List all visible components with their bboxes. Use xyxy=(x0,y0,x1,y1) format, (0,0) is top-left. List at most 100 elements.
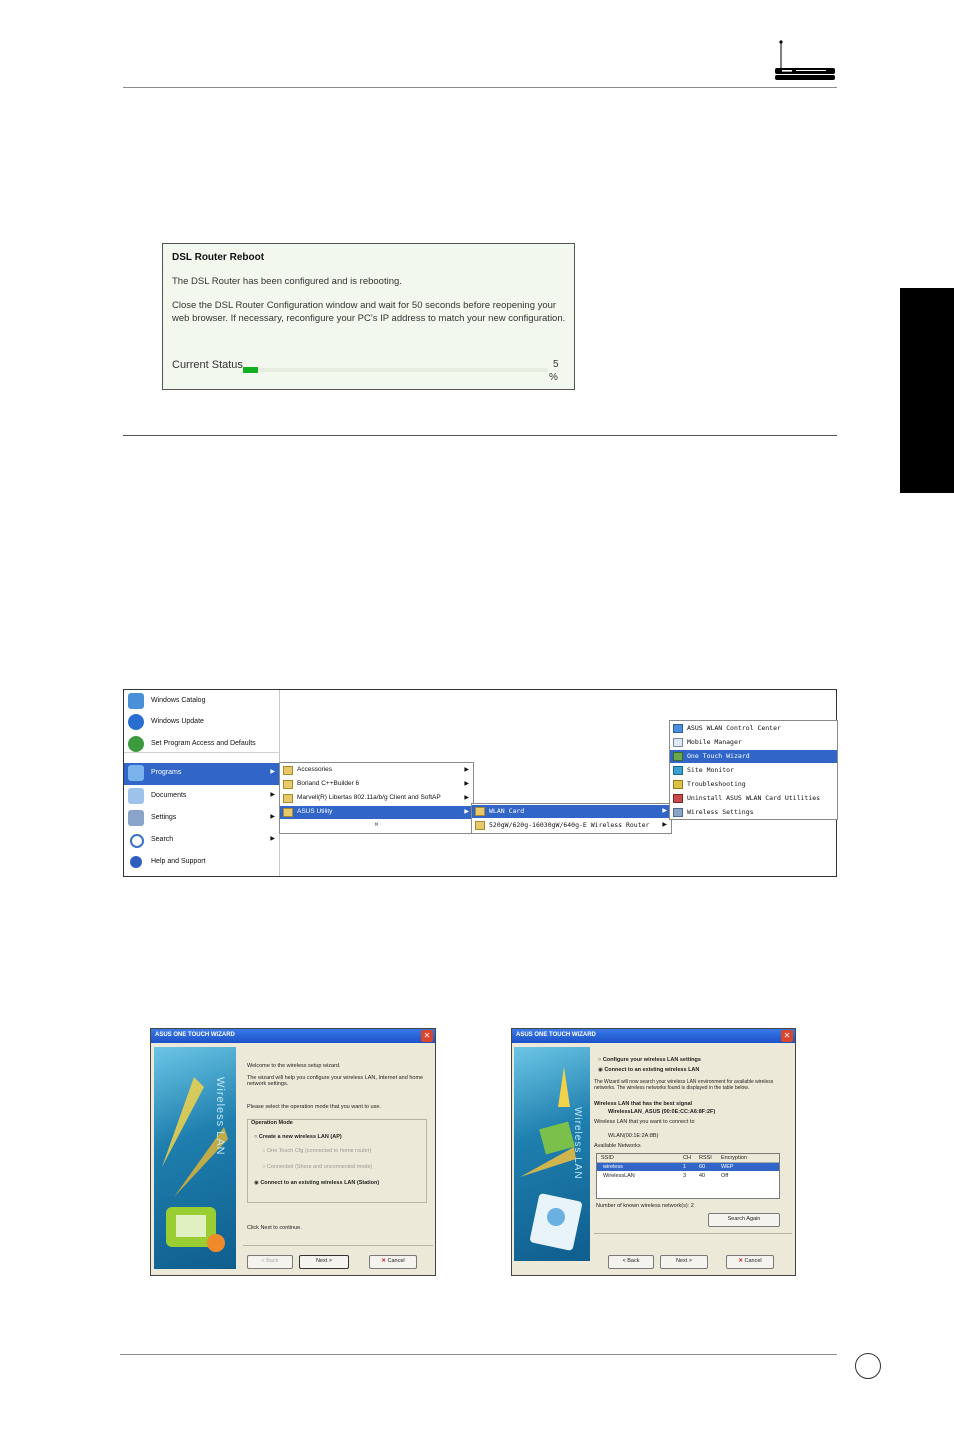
submenu-item-label: Accessories xyxy=(297,766,333,773)
wizard-titlebar: ASUS ONE TOUCH WIZARD ✕ xyxy=(151,1029,435,1043)
submenu-arrow-icon: ▶ xyxy=(464,781,469,787)
wizard-title: ASUS ONE TOUCH WIZARD xyxy=(155,1032,235,1038)
start-menu-left-pane: Windows Catalog Windows Update Set Progr… xyxy=(124,690,280,876)
folder-icon xyxy=(283,766,293,775)
wizard-title: ASUS ONE TOUCH WIZARD xyxy=(516,1032,596,1038)
submenu-item-borland[interactable]: Borland C++Builder 6 ▶ xyxy=(280,778,473,791)
wizard-titlebar: ASUS ONE TOUCH WIZARD ✕ xyxy=(512,1029,795,1043)
wizard-window-connect-existing: ASUS ONE TOUCH WIZARD ✕ Wireless LAN ○ C… xyxy=(511,1028,796,1276)
table-row[interactable]: wireless 1 60 WEP xyxy=(597,1163,779,1171)
cancel-x-icon: ✕ xyxy=(738,1258,743,1264)
submenu-item-wireless-router[interactable]: 520gW/620g-16030gW/640g-E Wireless Route… xyxy=(472,819,671,832)
radio-label: One Touch Cfg (connected to home router) xyxy=(266,1148,372,1154)
close-icon[interactable]: ✕ xyxy=(781,1030,793,1042)
column-header: SSID xyxy=(601,1155,614,1161)
menu-item-label: Windows Update xyxy=(151,718,204,725)
radio-label: Connect to an existing wireless LAN xyxy=(604,1067,700,1073)
radio-one-touch[interactable]: ○ One Touch Cfg (connected to home route… xyxy=(262,1148,371,1154)
submenu-item-marvell[interactable]: Marvell(R) Libertas 802.11a/b/g Client a… xyxy=(280,792,473,805)
expand-chevron-icon: » xyxy=(374,821,379,828)
menu-item-label: Windows Catalog xyxy=(151,697,206,704)
progress-fill xyxy=(243,367,259,373)
connect-to-value: WLAN(00:1E:2A:8B) xyxy=(608,1133,659,1139)
close-icon[interactable]: ✕ xyxy=(421,1030,433,1042)
menu-item-help[interactable]: Help and Support xyxy=(124,852,279,872)
submenu-arrow-icon: ▶ xyxy=(270,792,275,798)
best-signal-label: Wireless LAN that has the best signal xyxy=(594,1101,693,1107)
submenu-item-label: Troubleshooting xyxy=(687,780,746,788)
radio-configure[interactable]: ○ Configure your wireless LAN settings xyxy=(598,1057,701,1063)
radio-station[interactable]: ◉ Connect to an existing wireless LAN (S… xyxy=(254,1180,379,1186)
wizard-prompt: Please select the operation mode that yo… xyxy=(247,1104,381,1110)
menu-item-program-access[interactable]: Set Program Access and Defaults xyxy=(124,734,279,754)
documents-icon xyxy=(128,788,144,804)
programs-icon xyxy=(128,765,144,781)
menu-item-label: Set Program Access and Defaults xyxy=(151,740,256,747)
submenu-item-site-monitor[interactable]: Site Monitor xyxy=(670,764,837,777)
control-center-icon xyxy=(673,724,683,733)
folder-icon xyxy=(475,821,485,830)
menu-item-windows-catalog[interactable]: Windows Catalog xyxy=(124,691,279,711)
submenu-item-wireless-settings[interactable]: Wireless Settings xyxy=(670,806,837,819)
menu-item-label: Search xyxy=(151,836,174,843)
settings-icon xyxy=(128,810,144,826)
submenu-item-one-touch-wizard[interactable]: One Touch Wizard xyxy=(670,750,837,763)
menu-item-windows-update[interactable]: Windows Update xyxy=(124,712,279,732)
menu-item-search[interactable]: Search ▶ xyxy=(124,830,279,850)
menu-item-settings[interactable]: Settings ▶ xyxy=(124,808,279,828)
table-cell: 3 xyxy=(683,1173,687,1179)
submenu-item-mobile-manager[interactable]: Mobile Manager xyxy=(670,736,837,749)
search-again-button[interactable]: Search Again xyxy=(708,1213,780,1227)
next-button[interactable]: Next > xyxy=(660,1255,708,1269)
table-cell: 1 xyxy=(683,1164,687,1170)
page-number-circle xyxy=(855,1353,881,1379)
search-icon xyxy=(130,834,144,848)
radio-connect-existing[interactable]: ◉ Connect to an existing wireless LAN xyxy=(598,1067,699,1073)
mobile-manager-icon xyxy=(673,738,683,747)
submenu-item-asus-utility[interactable]: ASUS Utility ▶ xyxy=(280,806,473,819)
uninstall-icon xyxy=(673,794,683,803)
best-signal-value: WirelessLAN_ASUS (00:0E:CC:A6:8F:2F) xyxy=(608,1109,716,1115)
submenu-item-label: 520gW/620g-16030gW/640g-E Wireless Route… xyxy=(489,821,650,829)
wizard-window-operation-mode: ASUS ONE TOUCH WIZARD ✕ Wireless LAN Wel… xyxy=(150,1028,436,1276)
wizard-side-text: Wireless LAN xyxy=(572,1107,583,1180)
cancel-button[interactable]: ✕ Cancel xyxy=(369,1255,417,1269)
menu-item-programs[interactable]: Programs ▶ xyxy=(124,763,279,785)
cancel-button[interactable]: ✕ Cancel xyxy=(726,1255,774,1269)
progress-track xyxy=(243,367,548,373)
radio-create-ap[interactable]: ○ Create a new wireless LAN (AP) xyxy=(254,1134,342,1140)
back-button[interactable]: < Back xyxy=(608,1255,654,1269)
cancel-label: Cancel xyxy=(387,1258,405,1264)
wizard-desc: The Wizard will now search your wireless… xyxy=(594,1079,774,1091)
table-row[interactable]: WirelessLAN 3 40 Off xyxy=(597,1172,779,1180)
program-access-icon xyxy=(128,736,144,752)
back-button[interactable]: < Back xyxy=(247,1255,293,1269)
menu-item-label: Programs xyxy=(151,769,182,776)
next-button[interactable]: Next > xyxy=(299,1255,349,1269)
dsl-reboot-panel: DSL Router Reboot The DSL Router has bee… xyxy=(162,243,575,390)
progress-unit: % xyxy=(549,372,558,383)
submenu-item-accessories[interactable]: Accessories ▶ xyxy=(280,764,473,777)
wizard-side-artwork: Wireless LAN xyxy=(154,1047,236,1269)
submenu-arrow-icon: ▶ xyxy=(464,795,469,801)
menu-item-documents[interactable]: Documents ▶ xyxy=(124,786,279,806)
submenu-expand-more[interactable]: » xyxy=(280,820,473,833)
submenu-item-wlan-card[interactable]: WLAN Card ▶ xyxy=(472,805,671,818)
table-header: SSID CH RSSI Encryption xyxy=(597,1154,779,1163)
submenu-item-label: Mobile Manager xyxy=(687,738,742,746)
help-icon xyxy=(130,856,142,868)
radio-connected[interactable]: ○ Connected (Share and unconnected mode) xyxy=(262,1164,372,1170)
submenu-item-label: WLAN Card xyxy=(489,807,525,815)
submenu-item-label: ASUS Utility xyxy=(297,808,333,815)
group-label: Operation Mode xyxy=(251,1120,293,1126)
folder-icon xyxy=(475,807,485,816)
column-header: RSSI xyxy=(699,1155,712,1161)
programs-submenu: Accessories ▶ Borland C++Builder 6 ▶ Mar… xyxy=(279,762,474,834)
submenu-item-control-center[interactable]: ASUS WLAN Control Center xyxy=(670,722,837,735)
submenu-item-uninstall[interactable]: Uninstall ASUS WLAN Card Utilities xyxy=(670,792,837,805)
submenu-item-troubleshooting[interactable]: Troubleshooting xyxy=(670,778,837,791)
networks-table: SSID CH RSSI Encryption wireless 1 60 WE… xyxy=(596,1153,780,1199)
table-cell: Off xyxy=(721,1173,729,1179)
folder-icon xyxy=(283,794,293,803)
cancel-x-icon: ✕ xyxy=(381,1258,386,1264)
